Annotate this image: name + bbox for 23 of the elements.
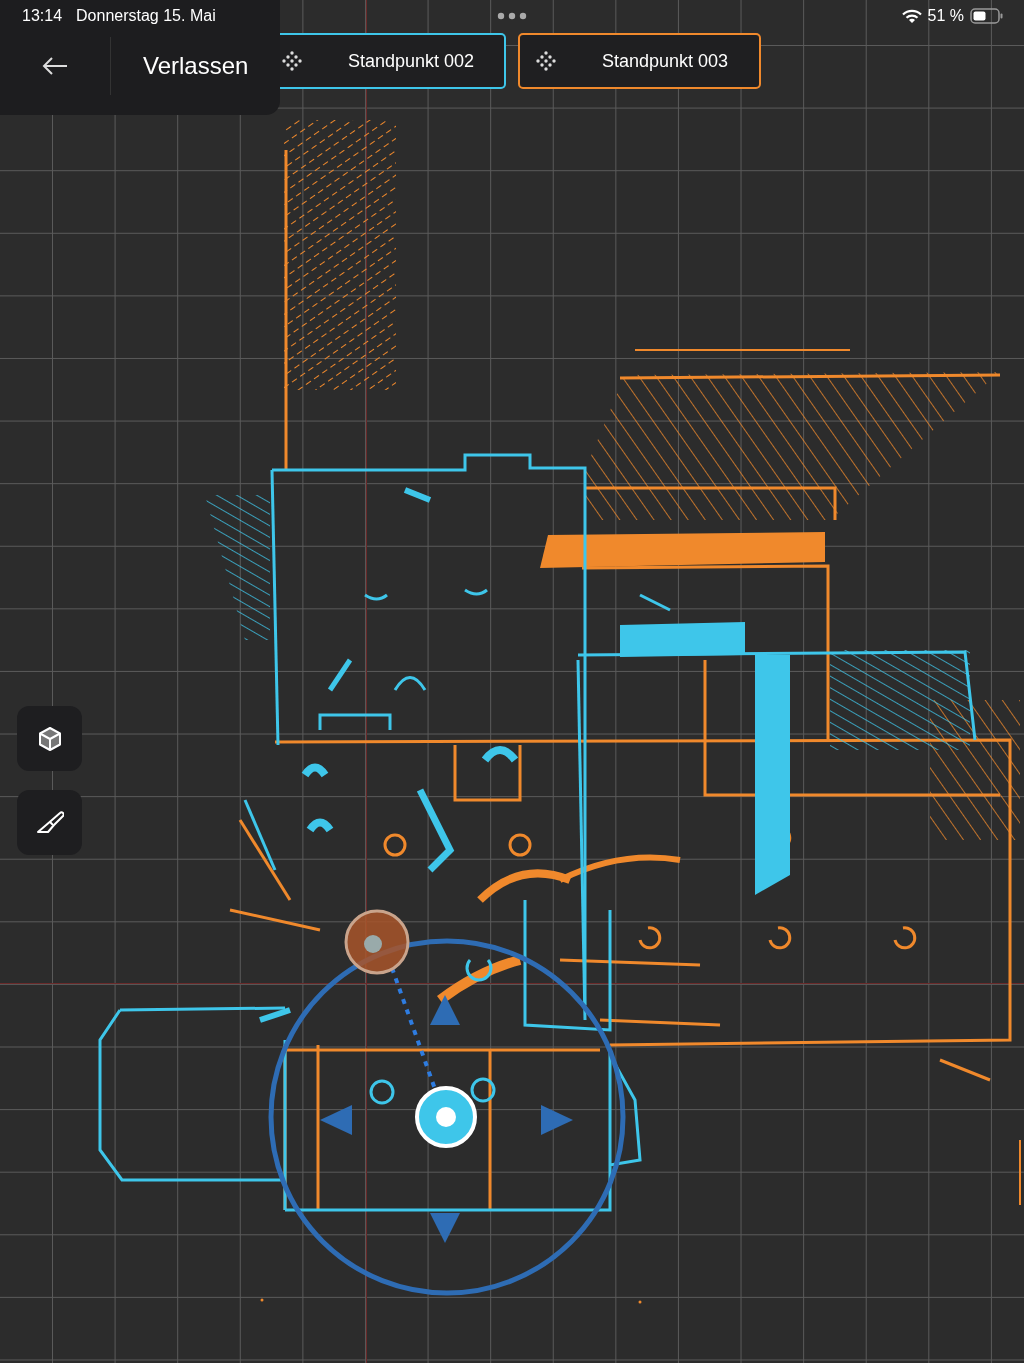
battery-icon <box>970 8 1004 24</box>
scalpel-icon <box>35 809 64 836</box>
wifi-icon <box>901 8 922 24</box>
move-icon <box>282 51 302 71</box>
right-arrow-icon[interactable] <box>541 1105 573 1135</box>
cut-tool-button[interactable] <box>17 790 82 855</box>
station-tab[interactable]: Standpunkt 002 <box>280 33 506 89</box>
station-marker-icon[interactable] <box>344 909 410 975</box>
cube-icon <box>37 725 62 752</box>
down-arrow-icon[interactable] <box>430 1213 460 1243</box>
up-arrow-icon[interactable] <box>430 995 460 1025</box>
back-arrow-icon <box>42 57 68 75</box>
3d-view-button[interactable] <box>17 706 82 771</box>
multitasking-dots-icon[interactable] <box>497 12 527 20</box>
exit-button[interactable]: Verlassen <box>111 52 249 80</box>
move-icon <box>536 51 556 71</box>
station-tab[interactable]: Standpunkt 003 <box>518 33 761 89</box>
status-date: Donnerstag 15. Mai <box>76 7 216 25</box>
joystick-ring[interactable] <box>268 938 626 1296</box>
left-arrow-icon[interactable] <box>320 1105 352 1135</box>
battery-percent: 51 % <box>927 7 964 25</box>
status-time: 13:14 <box>22 7 63 25</box>
position-knob-icon[interactable] <box>415 1086 477 1148</box>
